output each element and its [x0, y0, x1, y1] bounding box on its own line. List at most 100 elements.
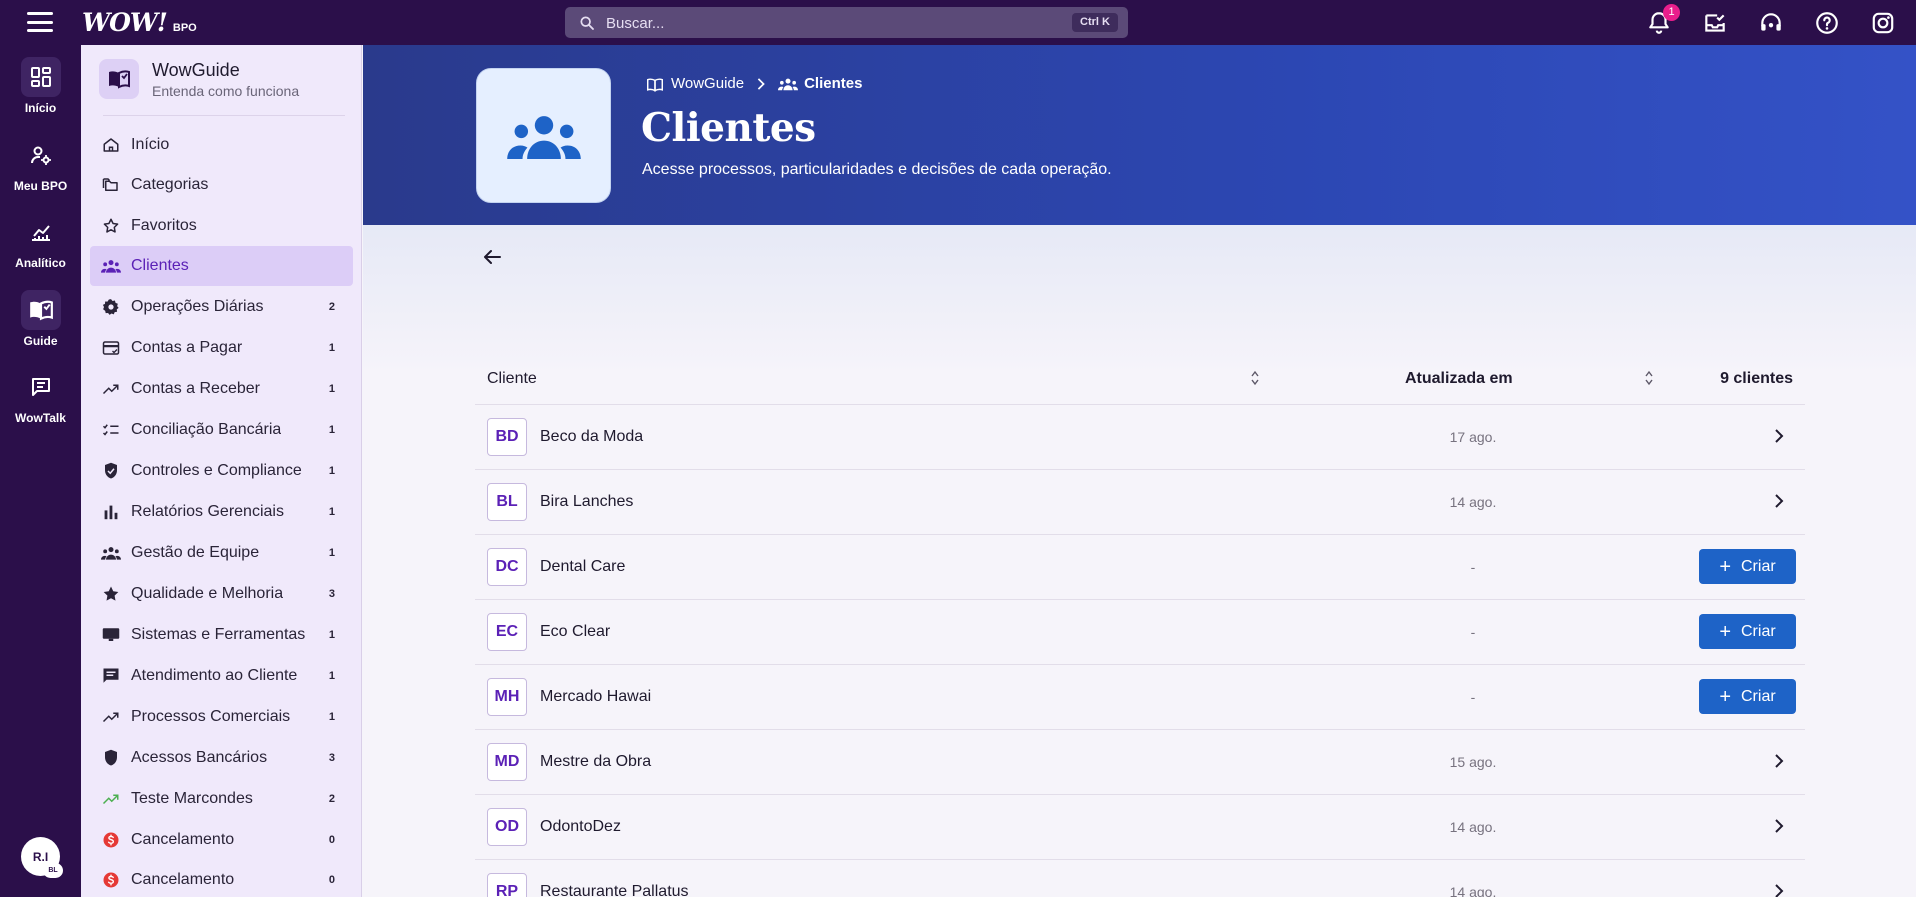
- breadcrumb-root[interactable]: WowGuide: [671, 75, 744, 92]
- page-title: Clientes: [641, 105, 816, 151]
- sidebar-item-operacoes-diarias[interactable]: Operações Diárias 2: [90, 287, 353, 327]
- chevron-right-icon[interactable]: [1773, 816, 1785, 836]
- sidebar-item-cancelamento-2[interactable]: Cancelamento 0: [90, 860, 353, 897]
- table-row[interactable]: RP Restaurante Pallatus 14 ago.: [475, 860, 1805, 897]
- create-button[interactable]: + Criar: [1699, 549, 1796, 584]
- sidebar-item-relatorios-gerenciais[interactable]: Relatórios Gerenciais 1: [90, 492, 353, 532]
- table-row[interactable]: BD Beco da Moda 17 ago.: [475, 405, 1805, 470]
- chart-icon: [31, 225, 50, 241]
- sidebar-item-sistemas-e-ferramentas[interactable]: Sistemas e Ferramentas 1: [90, 615, 353, 655]
- back-arrow-icon[interactable]: [480, 245, 504, 269]
- table-row[interactable]: OD OdontoDez 14 ago.: [475, 795, 1805, 860]
- gear-icon: [102, 299, 119, 315]
- instagram-icon[interactable]: [1870, 10, 1896, 36]
- help-icon[interactable]: [1814, 10, 1840, 36]
- message-icon: [103, 668, 119, 683]
- column-header-client[interactable]: Cliente: [487, 370, 537, 388]
- search-icon: [580, 16, 594, 30]
- sidebar-item-inicio[interactable]: Início: [90, 125, 353, 165]
- rail-label: Meu BPO: [13, 179, 68, 193]
- client-name: Mercado Hawai: [540, 688, 652, 705]
- book-icon: [29, 300, 53, 321]
- plus-icon: +: [1719, 620, 1731, 643]
- search-input[interactable]: Buscar... Ctrl K: [565, 7, 1128, 38]
- rail-item-meu-bpo[interactable]: Meu BPO: [0, 135, 81, 193]
- client-initials: OD: [487, 808, 527, 846]
- sidebar-item-conciliacao-bancaria[interactable]: Conciliação Bancária 1: [90, 410, 353, 450]
- divider: [103, 115, 345, 116]
- create-button[interactable]: + Criar: [1699, 614, 1796, 649]
- sidebar-item-label: Categorias: [131, 176, 209, 193]
- sidebar-item-acessos-bancarios[interactable]: Acessos Bancários 3: [90, 738, 353, 778]
- page-header: WowGuide Clientes Clientes Acesse proces…: [363, 45, 1916, 225]
- sidebar-item-contas-a-receber[interactable]: Contas a Receber 1: [90, 369, 353, 409]
- rail-item-guide[interactable]: Guide: [0, 290, 81, 348]
- support-icon[interactable]: [1758, 10, 1784, 36]
- rail-item-analitico[interactable]: Analítico: [0, 212, 81, 270]
- sidebar-item-categorias[interactable]: Categorias: [90, 165, 353, 205]
- table-row[interactable]: DC Dental Care - + Criar: [475, 535, 1805, 600]
- rail-label: Analítico: [15, 256, 66, 270]
- chevron-right-icon[interactable]: [1773, 426, 1785, 446]
- sidebar-item-processos-comerciais[interactable]: Processos Comerciais 1: [90, 697, 353, 737]
- client-updated: 14 ago.: [1449, 884, 1497, 897]
- sidebar-item-atendimento-ao-cliente[interactable]: Atendimento ao Cliente 1: [90, 656, 353, 696]
- sidebar-item-label: Sistemas e Ferramentas: [131, 626, 306, 643]
- logo[interactable]: WOW! BPO: [82, 8, 197, 37]
- sidebar-item-count: 1: [328, 506, 335, 518]
- logo-text: WOW!: [82, 8, 168, 37]
- star-outline-icon: [103, 218, 119, 233]
- sidebar-item-count: 1: [328, 629, 335, 641]
- breadcrumb-current: Clientes: [804, 75, 863, 92]
- sort-icon[interactable]: [1250, 369, 1260, 387]
- groups-icon: [778, 78, 799, 90]
- sort-icon[interactable]: [1644, 369, 1654, 387]
- sidebar-item-qualidade-e-melhoria[interactable]: Qualidade e Melhoria 3: [90, 574, 353, 614]
- monitor-icon: [102, 628, 120, 641]
- client-name: OdontoDez: [540, 818, 621, 835]
- sidebar-item-controles-compliance[interactable]: Controles e Compliance 1: [90, 451, 353, 491]
- rail-label: Guide: [23, 334, 58, 348]
- sidebar-item-label: Cancelamento: [131, 871, 235, 888]
- bar-chart-icon: [104, 505, 118, 520]
- sidebar-item-count: 0: [328, 834, 335, 846]
- chevron-right-icon[interactable]: [1773, 881, 1785, 897]
- sidebar-item-label: Favoritos: [131, 217, 197, 234]
- sidebar-item-count: 2: [328, 301, 335, 313]
- guide-sidebar: WowGuide Entenda como funciona Início Ca…: [81, 45, 362, 897]
- table-row[interactable]: BL Bira Lanches 14 ago.: [475, 470, 1805, 535]
- top-bar: WOW! BPO Buscar... Ctrl K 1: [0, 0, 1916, 45]
- sidebar-item-label: Conciliação Bancária: [131, 421, 282, 438]
- avatar-sub: BL: [43, 863, 63, 878]
- rail-item-inicio[interactable]: Início: [0, 57, 81, 115]
- create-button[interactable]: + Criar: [1699, 679, 1796, 714]
- client-initials: MD: [487, 743, 527, 781]
- column-header-updated[interactable]: Atualizada em: [1405, 370, 1513, 388]
- sidebar-header: WowGuide Entenda como funciona: [99, 59, 299, 99]
- avatar[interactable]: R.I BL: [21, 837, 63, 878]
- table-row[interactable]: MD Mestre da Obra 15 ago.: [475, 730, 1805, 795]
- sidebar-item-cancelamento[interactable]: Cancelamento 0: [90, 820, 353, 860]
- chevron-right-icon[interactable]: [1773, 751, 1785, 771]
- inbox-check-icon[interactable]: [1702, 10, 1728, 36]
- client-updated: 14 ago.: [1449, 819, 1497, 835]
- table-row[interactable]: EC Eco Clear - + Criar: [475, 600, 1805, 665]
- currency-icon: [103, 872, 119, 888]
- menu-icon[interactable]: [27, 12, 53, 32]
- groups-icon: [506, 115, 581, 159]
- client-updated: 15 ago.: [1449, 754, 1497, 770]
- table-row[interactable]: MH Mercado Hawai - + Criar: [475, 665, 1805, 730]
- sidebar-item-count: 1: [328, 424, 335, 436]
- sidebar-item-clientes[interactable]: Clientes: [90, 246, 353, 286]
- trending-up-icon: [102, 712, 119, 723]
- chevron-right-icon[interactable]: [1773, 491, 1785, 511]
- search-shortcut: Ctrl K: [1072, 13, 1118, 32]
- plus-icon: +: [1719, 685, 1731, 708]
- sidebar-item-favoritos[interactable]: Favoritos: [90, 206, 353, 246]
- sidebar-item-contas-a-pagar[interactable]: Contas a Pagar 1: [90, 328, 353, 368]
- rail-item-wowtalk[interactable]: WowTalk: [0, 367, 81, 425]
- client-updated: 14 ago.: [1449, 494, 1497, 510]
- sidebar-item-gestao-de-equipe[interactable]: Gestão de Equipe 1: [90, 533, 353, 573]
- client-initials: RP: [487, 873, 527, 897]
- sidebar-item-teste-marcondes[interactable]: Teste Marcondes 2: [90, 779, 353, 819]
